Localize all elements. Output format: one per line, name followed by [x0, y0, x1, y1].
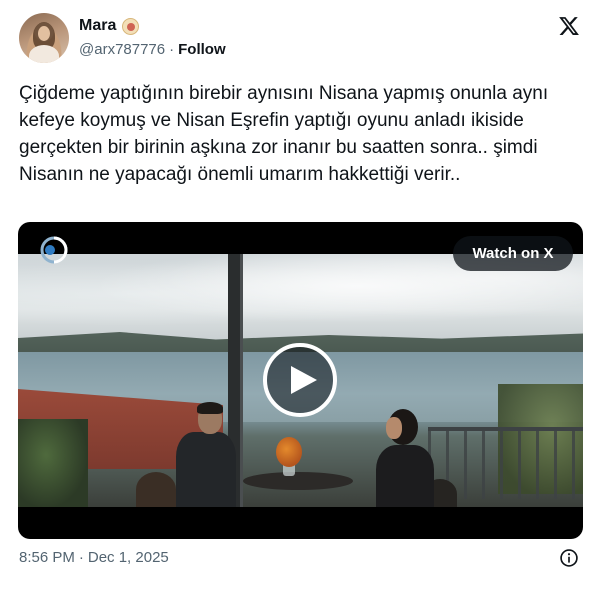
tweet-date: Dec 1, 2025	[87, 549, 169, 566]
bagel-emoji-icon	[122, 17, 140, 35]
woman-face	[386, 417, 402, 439]
scene-flowers	[276, 437, 302, 467]
avatar-face	[38, 26, 50, 41]
timestamp-separator: ·	[78, 549, 84, 566]
avatar-body	[29, 45, 59, 63]
play-icon	[291, 366, 317, 394]
tweet-card: Mara @arx787776 · Follow Çiğdeme yaptığı…	[0, 0, 600, 589]
tweet-timestamp[interactable]: 8:56 PM · Dec 1, 2025	[19, 549, 169, 566]
play-button[interactable]	[263, 343, 337, 417]
kanal-d-logo-icon	[40, 236, 68, 264]
info-icon[interactable]	[559, 548, 579, 568]
scene-trees-left	[18, 419, 88, 507]
author-name-row: Mara	[79, 17, 140, 35]
woman-torso	[376, 445, 434, 507]
watch-on-x-button[interactable]: Watch on X	[453, 236, 573, 271]
author-handle-row: @arx787776 · Follow	[79, 41, 226, 58]
man-torso	[176, 432, 236, 507]
scene-woman	[366, 409, 446, 507]
man-hair	[197, 402, 223, 414]
avatar[interactable]	[19, 13, 69, 63]
handle-separator: ·	[169, 41, 175, 58]
x-logo-icon[interactable]	[558, 15, 580, 37]
scene-table	[243, 472, 353, 490]
follow-button[interactable]: Follow	[178, 41, 226, 58]
scene-man	[168, 402, 248, 507]
author-handle[interactable]: @arx787776	[79, 41, 165, 58]
tweet-text: Çiğdeme yaptığının birebir aynısını Nisa…	[19, 83, 549, 185]
tweet-time: 8:56 PM	[19, 549, 75, 566]
author-display-name[interactable]: Mara	[79, 17, 116, 35]
video-player[interactable]: Watch on X	[18, 222, 583, 539]
